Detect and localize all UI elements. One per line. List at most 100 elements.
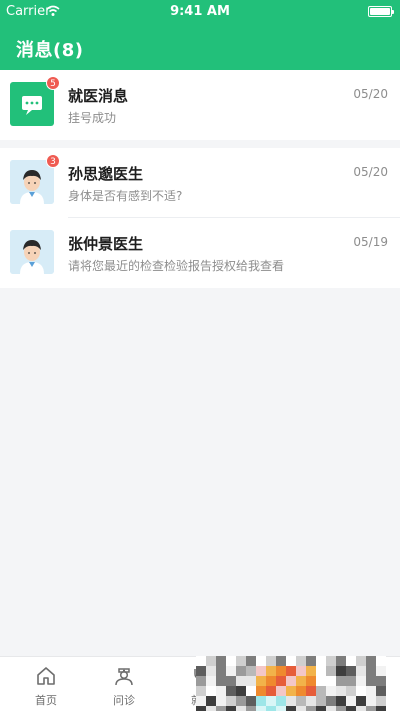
mosaic-cell bbox=[306, 686, 316, 696]
section-gap bbox=[0, 140, 400, 148]
mosaic-cell bbox=[336, 666, 346, 676]
pixelated-overlay bbox=[196, 656, 386, 711]
mosaic-cell bbox=[316, 696, 326, 706]
mosaic-cell bbox=[326, 706, 336, 711]
mosaic-cell bbox=[346, 696, 356, 706]
mosaic-cell bbox=[326, 686, 336, 696]
mosaic-cell bbox=[296, 706, 306, 711]
mosaic-cell bbox=[246, 696, 256, 706]
mosaic-cell bbox=[216, 676, 226, 686]
mosaic-cell bbox=[256, 656, 266, 666]
message-date: 05/19 bbox=[353, 235, 388, 249]
unread-badge: 5 bbox=[46, 76, 60, 90]
mosaic-cell bbox=[346, 706, 356, 711]
mosaic-cell bbox=[266, 706, 276, 711]
list-item[interactable]: 张仲景医生 05/19 请将您最近的检查检验报告授权给我查看 bbox=[0, 218, 400, 288]
mosaic-cell bbox=[336, 686, 346, 696]
mosaic-cell bbox=[206, 696, 216, 706]
message-title: 就医消息 bbox=[68, 87, 129, 105]
app-header: Carrier 9:41 AM 消息(8) bbox=[0, 0, 400, 70]
mosaic-cell bbox=[316, 706, 326, 711]
mosaic-cell bbox=[366, 656, 376, 666]
clock: 9:41 AM bbox=[170, 4, 230, 19]
mosaic-cell bbox=[346, 666, 356, 676]
mosaic-cell bbox=[216, 686, 226, 696]
mosaic-cell bbox=[326, 666, 336, 676]
mosaic-cell bbox=[266, 656, 276, 666]
mosaic-cell bbox=[236, 666, 246, 676]
mosaic-cell bbox=[286, 676, 296, 686]
mosaic-cell bbox=[196, 676, 206, 686]
mosaic-cell bbox=[286, 666, 296, 676]
mosaic-cell bbox=[276, 656, 286, 666]
list-item[interactable]: 3 孙思邈医生 05/20 身体是否有感到不适? bbox=[0, 148, 400, 218]
tab-home[interactable]: 首页 bbox=[6, 657, 86, 711]
mosaic-cell bbox=[226, 656, 236, 666]
mosaic-cell bbox=[246, 686, 256, 696]
mosaic-cell bbox=[326, 696, 336, 706]
mosaic-cell bbox=[256, 686, 266, 696]
mosaic-cell bbox=[206, 676, 216, 686]
mosaic-cell bbox=[306, 666, 316, 676]
message-title: 孙思邈医生 bbox=[68, 165, 144, 183]
mosaic-cell bbox=[246, 666, 256, 676]
mosaic-cell bbox=[286, 686, 296, 696]
mosaic-cell bbox=[266, 686, 276, 696]
mosaic-cell bbox=[366, 696, 376, 706]
mosaic-cell bbox=[256, 696, 266, 706]
mosaic-cell bbox=[336, 676, 346, 686]
message-title: 张仲景医生 bbox=[68, 235, 144, 253]
mosaic-cell bbox=[296, 676, 306, 686]
mosaic-cell bbox=[206, 706, 216, 711]
mosaic-cell bbox=[286, 656, 296, 666]
mosaic-cell bbox=[346, 676, 356, 686]
mosaic-cell bbox=[296, 696, 306, 706]
message-preview: 身体是否有感到不适? bbox=[68, 189, 183, 203]
mosaic-cell bbox=[276, 686, 286, 696]
mosaic-cell bbox=[316, 656, 326, 666]
status-bar: Carrier 9:41 AM bbox=[0, 0, 400, 24]
message-preview: 请将您最近的检查检验报告授权给我查看 bbox=[68, 259, 285, 273]
mosaic-cell bbox=[196, 696, 206, 706]
mosaic-cell bbox=[236, 706, 246, 711]
mosaic-cell bbox=[376, 706, 386, 711]
mosaic-cell bbox=[366, 686, 376, 696]
mosaic-cell bbox=[266, 676, 276, 686]
mosaic-cell bbox=[326, 656, 336, 666]
mosaic-cell bbox=[336, 706, 346, 711]
mosaic-cell bbox=[256, 706, 266, 711]
mosaic-cell bbox=[246, 656, 256, 666]
mosaic-cell bbox=[376, 656, 386, 666]
mosaic-cell bbox=[226, 686, 236, 696]
mosaic-cell bbox=[356, 656, 366, 666]
mosaic-cell bbox=[216, 706, 226, 711]
mosaic-cell bbox=[286, 706, 296, 711]
mosaic-cell bbox=[196, 666, 206, 676]
list-item[interactable]: 5 就医消息 05/20 挂号成功 bbox=[0, 70, 400, 140]
mosaic-cell bbox=[206, 656, 216, 666]
mosaic-cell bbox=[356, 706, 366, 711]
mosaic-cell bbox=[196, 686, 206, 696]
mosaic-cell bbox=[306, 676, 316, 686]
tab-label: 问诊 bbox=[113, 694, 135, 707]
mosaic-cell bbox=[366, 666, 376, 676]
mosaic-cell bbox=[326, 676, 336, 686]
mosaic-cell bbox=[316, 666, 326, 676]
battery-icon bbox=[368, 6, 394, 17]
tab-consult[interactable]: 问诊 bbox=[84, 657, 164, 711]
message-date: 05/20 bbox=[353, 165, 388, 179]
mosaic-cell bbox=[306, 696, 316, 706]
mosaic-cell bbox=[336, 696, 346, 706]
mosaic-cell bbox=[366, 706, 376, 711]
mosaic-cell bbox=[316, 676, 326, 686]
mosaic-cell bbox=[346, 656, 356, 666]
doctor-avatar: 3 bbox=[10, 154, 60, 204]
mosaic-cell bbox=[256, 676, 266, 686]
mosaic-cell bbox=[206, 666, 216, 676]
message-preview: 挂号成功 bbox=[68, 111, 117, 125]
mosaic-cell bbox=[226, 676, 236, 686]
mosaic-cell bbox=[246, 706, 256, 711]
unread-badge: 3 bbox=[46, 154, 60, 168]
mosaic-cell bbox=[226, 696, 236, 706]
mosaic-cell bbox=[276, 666, 286, 676]
